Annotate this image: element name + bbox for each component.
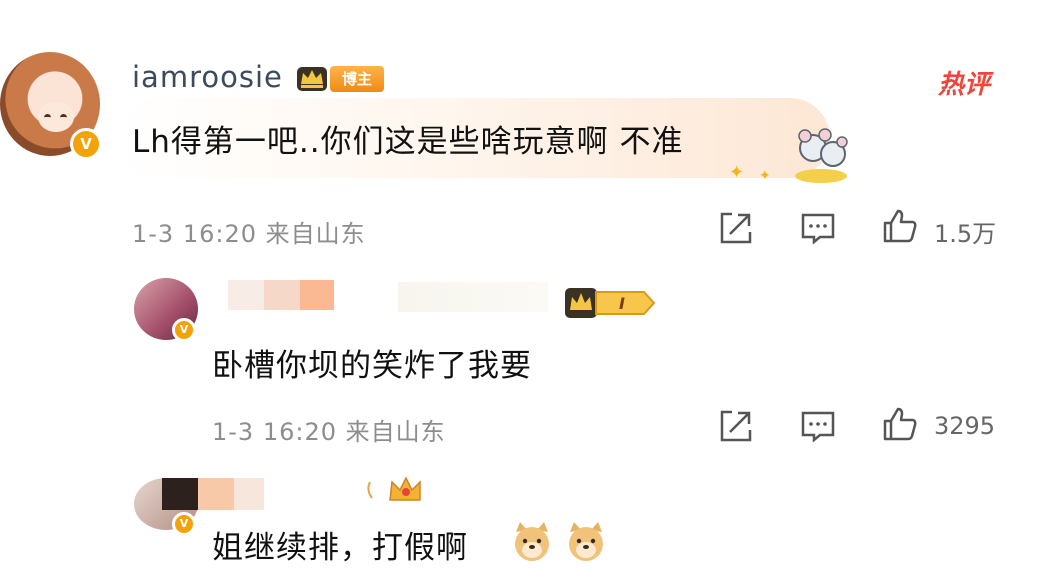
reply-text: 卧槽你坝的笑炸了我要 — [212, 348, 532, 384]
blurred-username — [264, 280, 300, 310]
blurred-username — [234, 478, 264, 510]
username[interactable]: iamroosie — [132, 60, 283, 94]
avatar-eye — [44, 114, 51, 121]
doge-emoji-icon — [569, 522, 603, 561]
verified-badge-icon: V — [70, 128, 102, 160]
blurred-username — [198, 478, 234, 510]
thumbs-up-icon[interactable] — [882, 406, 918, 442]
crown-icon — [367, 476, 421, 501]
share-icon[interactable] — [718, 408, 754, 444]
comment-meta: 1-3 16:20 来自山东 — [132, 220, 366, 248]
svg-text:✦: ✦ — [729, 162, 744, 183]
blurred-username — [162, 478, 198, 510]
verified-badge-icon: V — [172, 318, 196, 342]
comment-meta: 1-3 16:20 来自山东 — [212, 418, 446, 446]
comment-text: Lh得第一吧..你们这是些啥玩意啊 不准 — [132, 124, 684, 160]
like-count: 3295 — [934, 412, 996, 440]
hot-comment-tag: 热评 — [938, 70, 991, 100]
blurred-username — [398, 282, 548, 312]
blurred-username — [300, 280, 334, 310]
avatar-eye — [60, 114, 67, 121]
blogger-badge: 博主 — [330, 66, 384, 92]
like-count: 1.5万 — [934, 220, 997, 248]
doge-emoji-icon — [515, 522, 549, 561]
comment-thread: V iamroosie 博主 热评 Lh得第一吧..你们这是些啥玩意啊 不准 ✦… — [0, 0, 1052, 586]
share-icon[interactable] — [718, 210, 754, 246]
blurred-username — [228, 280, 264, 310]
mice-sticker-icon: ✦ ✦ — [729, 128, 848, 184]
crown-level-icon — [297, 67, 327, 91]
comment-icon[interactable] — [800, 408, 836, 444]
fan-rank-badge-icon: I — [565, 288, 656, 318]
comment-icon[interactable] — [800, 210, 836, 246]
reply-text: 姐继续排，打假啊 — [212, 530, 468, 566]
svg-text:I: I — [619, 294, 625, 313]
svg-text:✦: ✦ — [759, 168, 771, 184]
thumbs-up-icon[interactable] — [882, 208, 918, 244]
verified-badge-icon: V — [172, 512, 196, 536]
